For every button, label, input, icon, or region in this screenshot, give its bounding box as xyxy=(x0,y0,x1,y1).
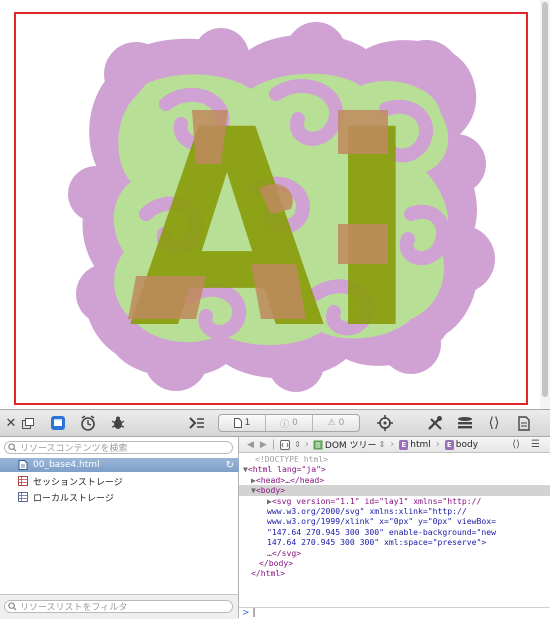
chevron-updown-icon: ⇕ xyxy=(294,440,301,449)
error-count-value: 0 xyxy=(292,418,298,428)
dom-line-body-close: </body> xyxy=(259,558,294,569)
document-count[interactable]: 1 xyxy=(219,415,266,431)
session-storage-icon xyxy=(18,476,28,486)
debugger-icon[interactable] xyxy=(107,414,129,432)
console-prompt: > xyxy=(242,608,250,618)
close-icon[interactable]: ✕ xyxy=(4,414,18,432)
page-scrollbar-thumb[interactable] xyxy=(542,2,548,397)
svg-canvas-frame: AI xyxy=(14,12,528,405)
error-count[interactable]: ⓘ 0 xyxy=(266,415,313,431)
issue-counters[interactable]: 1 ⓘ 0 ⚠ 0 xyxy=(218,414,360,432)
tools-icon[interactable] xyxy=(424,414,446,432)
dom-panel: ◀ ▶ | ⇕ › DOM ツリー ⇕ › E html › E body ⟨⟩… xyxy=(239,437,550,618)
sidebar-item-session-storage[interactable]: セッションストレージ xyxy=(0,474,239,488)
sidebar-filter-bar: リソースリストをフィルタ xyxy=(0,594,238,619)
dom-line-body[interactable]: ▼<body> xyxy=(239,485,550,496)
breadcrumb-html[interactable]: E html xyxy=(399,439,431,450)
chevron-updown-icon: ⇕ xyxy=(378,440,386,449)
forward-arrow-icon[interactable]: ▶ xyxy=(260,440,267,450)
local-storage-icon xyxy=(18,492,28,502)
dom-tree-view: <!DOCTYPE html> ▼<html lang="ja"> ▶<head… xyxy=(239,454,550,595)
console-input[interactable]: > | xyxy=(239,607,550,618)
breadcrumb-dom-tree-label: DOM ツリー xyxy=(324,441,377,451)
resource-list-filter[interactable]: リソースリストをフィルタ xyxy=(4,600,233,613)
filter-search-icon xyxy=(8,602,17,611)
dom-tree-icon xyxy=(313,440,323,449)
console-prompt-icon[interactable] xyxy=(186,414,208,432)
dom-line-svg-cont: www.w3.org/1999/xlink" x="0px" y="0px" v… xyxy=(267,516,497,527)
sidebar-item-document[interactable]: 00_base4.html ↻ xyxy=(0,458,239,472)
resources-icon[interactable] xyxy=(47,414,69,432)
dom-line-doctype[interactable]: <!DOCTYPE html> xyxy=(239,454,550,464)
dom-line-html[interactable]: ▼<html lang="ja"> xyxy=(239,464,550,474)
breadcrumb-dom-tree[interactable]: DOM ツリー ⇕ xyxy=(313,438,385,451)
code-toggle-icon[interactable]: ⟨⟩ xyxy=(512,439,520,450)
dom-line-html-close: </html> xyxy=(251,568,286,579)
element-badge-icon: E xyxy=(399,439,409,450)
text-cursor: | xyxy=(252,608,256,618)
dom-line-svg-cont: www.w3.org/2000/svg" xmlns:xlink="http:/… xyxy=(267,506,467,517)
breadcrumb-body[interactable]: E body xyxy=(444,439,479,450)
breadcrumb-html-label: html xyxy=(410,439,431,450)
web-inspector: ✕ 1 ⓘ 0 ⚠ 0 ⟨⟩ リソースコンテンツを検索 00_base4.htm… xyxy=(0,409,550,619)
page-scrollbar[interactable] xyxy=(540,0,550,409)
ai-artwork: AI xyxy=(68,22,495,392)
sidebar-item-label: ローカルストレージ xyxy=(33,493,114,504)
sidebar-item-label: セッションストレージ xyxy=(33,477,123,488)
search-icon xyxy=(8,443,17,452)
sidebar-item-label: 00_base4.html xyxy=(33,460,100,470)
layers-icon[interactable] xyxy=(454,414,476,432)
breadcrumb-body-label: body xyxy=(455,439,479,450)
error-icon: ⓘ xyxy=(280,419,290,430)
page-icon xyxy=(233,418,242,428)
inspect-icon[interactable] xyxy=(374,414,396,432)
timeline-icon[interactable] xyxy=(77,414,99,432)
filter-placeholder: リソースリストをフィルタ xyxy=(20,603,128,613)
html-document-icon xyxy=(18,460,28,470)
dock-icon[interactable] xyxy=(20,414,36,432)
document-icon[interactable] xyxy=(513,414,535,432)
warning-count-value: 0 xyxy=(338,418,345,428)
wrap-toggle-icon[interactable]: ☰ xyxy=(531,439,540,450)
element-badge-icon: E xyxy=(444,439,454,450)
warning-count[interactable]: ⚠ 0 xyxy=(313,415,359,431)
dom-line-svg-cont: "147.64 270.945 300 300" enable-backgrou… xyxy=(267,526,497,537)
related-files-button[interactable]: ⇕ xyxy=(280,439,301,450)
page-viewport: AI xyxy=(0,0,550,409)
dom-line-svg[interactable]: ▶<svg version="1.1" id="lay1" xmlns="htt… xyxy=(239,496,550,506)
breadcrumb: ◀ ▶ | ⇕ › DOM ツリー ⇕ › E html › E body ⟨⟩… xyxy=(239,437,550,453)
source-icon[interactable]: ⟨⟩ xyxy=(483,414,505,432)
inspector-toolbar: ✕ 1 ⓘ 0 ⚠ 0 ⟨⟩ xyxy=(0,409,550,437)
resources-sidebar: リソースコンテンツを検索 00_base4.html ↻ セッションストレージ … xyxy=(0,437,239,619)
back-arrow-icon[interactable]: ◀ xyxy=(247,440,254,450)
warning-icon: ⚠ xyxy=(327,418,336,428)
resource-content-search[interactable]: リソースコンテンツを検索 xyxy=(4,441,233,454)
related-files-icon xyxy=(280,439,291,450)
sidebar-item-local-storage[interactable]: ローカルストレージ xyxy=(0,490,239,504)
dom-line-head[interactable]: ▶<head>…</head> xyxy=(239,475,550,485)
resource-search-placeholder: リソースコンテンツを検索 xyxy=(20,444,128,454)
dom-line-svg-close: …</svg> xyxy=(267,547,302,558)
reload-icon[interactable]: ↻ xyxy=(226,460,234,471)
document-count-value: 1 xyxy=(244,418,251,428)
dom-line-svg-cont: 147.64 270.945 300 300" xml:space="prese… xyxy=(267,537,487,548)
